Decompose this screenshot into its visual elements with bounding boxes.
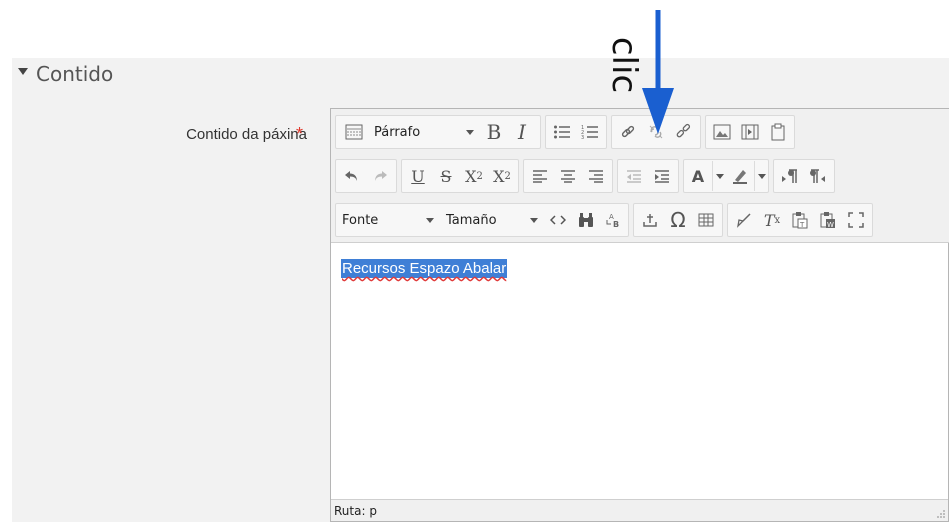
svg-text:B: B	[613, 220, 619, 228]
html-source-button[interactable]	[544, 205, 572, 235]
font-family-value: Fonte	[342, 212, 379, 228]
ordered-list-button[interactable]: 123	[576, 117, 604, 147]
find-button[interactable]	[572, 205, 600, 235]
svg-text:T: T	[799, 221, 805, 229]
subscript-label: X	[465, 166, 477, 186]
paste-word-button[interactable]: W	[814, 205, 842, 235]
italic-button[interactable]: I	[508, 117, 536, 147]
toolbar-toggle-icon	[345, 124, 363, 140]
text-color-dropdown[interactable]	[712, 161, 726, 191]
fullscreen-icon	[848, 212, 864, 228]
insert-media-button[interactable]	[736, 117, 764, 147]
bold-button[interactable]: B	[480, 117, 508, 147]
rich-text-editor: Párrafo B I 123 U S X 2 X 2 A Fonte Tama…	[330, 108, 949, 522]
section-title[interactable]: Contido	[36, 60, 113, 88]
selected-text[interactable]: Recursos Espazo Abalar	[341, 259, 508, 278]
annotation-arrow-icon	[642, 10, 674, 134]
undo-button[interactable]	[338, 161, 366, 191]
element-path: Ruta: p	[334, 503, 377, 518]
indent-icon	[655, 170, 669, 183]
align-right-button[interactable]	[582, 161, 610, 191]
chevron-down-icon	[426, 217, 434, 223]
required-icon: *	[296, 124, 304, 144]
replace-icon: AB	[606, 213, 619, 228]
copy-paste-button[interactable]	[764, 117, 792, 147]
fullscreen-button[interactable]	[842, 205, 870, 235]
redo-icon	[375, 171, 387, 181]
paragraph-format-value: Párrafo	[374, 124, 421, 140]
code-icon	[550, 215, 566, 225]
toolbar-row-3: Fonte Tamaño AB Ω T x T W	[335, 201, 877, 239]
image-icon	[713, 124, 731, 140]
outdent-icon	[627, 170, 641, 183]
indent-button[interactable]	[648, 161, 676, 191]
font-family-select[interactable]: Fonte	[336, 205, 440, 235]
svg-text:W: W	[827, 221, 834, 229]
anchor-icon	[643, 214, 657, 227]
text-color-icon: A	[691, 166, 705, 186]
superscript-suffix: 2	[504, 170, 511, 182]
text-color-button[interactable]: A	[684, 161, 712, 191]
toolbar-row-2: U S X2 X2 A	[335, 157, 839, 195]
link-icon	[621, 125, 635, 138]
brush-icon	[737, 213, 751, 228]
background-color-button[interactable]	[726, 161, 754, 191]
media-icon	[741, 124, 759, 140]
clipboard-icon	[771, 123, 785, 141]
unordered-list-icon	[554, 125, 570, 139]
outdent-button[interactable]	[620, 161, 648, 191]
align-right-icon	[589, 170, 603, 183]
font-size-select[interactable]: Tamaño	[440, 205, 544, 235]
toolbar-row-1: Párrafo B I 123	[335, 113, 799, 151]
superscript-button[interactable]: X2	[488, 161, 516, 191]
paste-text-icon: T	[792, 212, 808, 229]
chevron-down-icon	[715, 173, 724, 179]
ltr-icon	[782, 169, 797, 183]
redo-button[interactable]	[366, 161, 394, 191]
superscript-label: X	[493, 166, 505, 186]
find-replace-button[interactable]: AB	[600, 205, 628, 235]
ordered-list-icon: 123	[581, 125, 598, 140]
special-character-button[interactable]: Ω	[664, 205, 692, 235]
ltr-button[interactable]	[776, 161, 804, 191]
align-center-button[interactable]	[554, 161, 582, 191]
unordered-list-button[interactable]	[548, 117, 576, 147]
toolbar-toggle-button[interactable]	[340, 117, 368, 147]
svg-text:3: 3	[581, 135, 584, 140]
paragraph-format-select[interactable]: Párrafo	[368, 117, 480, 147]
rtl-button[interactable]	[804, 161, 832, 191]
chevron-down-icon	[466, 129, 474, 135]
binoculars-icon	[579, 213, 593, 227]
collapse-chevron-icon[interactable]	[18, 68, 28, 75]
background-color-dropdown[interactable]	[754, 161, 768, 191]
editor-content-area[interactable]: Recursos Espazo Abalar	[331, 243, 948, 499]
chevron-down-icon	[757, 173, 766, 179]
rtl-icon	[810, 169, 825, 183]
subscript-button[interactable]: X2	[460, 161, 488, 191]
align-center-icon	[561, 170, 575, 183]
table-button[interactable]	[692, 205, 720, 235]
paste-word-icon: W	[820, 212, 835, 229]
paste-text-button[interactable]: T	[786, 205, 814, 235]
cleanup-button[interactable]	[730, 205, 758, 235]
undo-icon	[345, 171, 357, 181]
align-left-icon	[533, 170, 547, 183]
highlighter-icon	[733, 170, 747, 184]
editor-statusbar: Ruta: p	[331, 499, 948, 521]
resize-grip-icon[interactable]	[936, 509, 946, 519]
insert-image-button[interactable]	[708, 117, 736, 147]
insert-anchor-button[interactable]	[636, 205, 664, 235]
align-left-button[interactable]	[526, 161, 554, 191]
field-label: Contido da páxina	[186, 126, 307, 143]
strikethrough-button[interactable]: S	[432, 161, 460, 191]
chevron-down-icon	[530, 217, 538, 223]
clear-formatting-button[interactable]: Tx	[758, 205, 786, 235]
section-header[interactable]	[12, 58, 949, 94]
font-size-value: Tamaño	[446, 212, 497, 228]
table-icon	[698, 213, 714, 227]
underline-button[interactable]: U	[404, 161, 432, 191]
clear-formatting-icon: T	[763, 210, 775, 230]
subscript-suffix: 2	[476, 170, 483, 182]
